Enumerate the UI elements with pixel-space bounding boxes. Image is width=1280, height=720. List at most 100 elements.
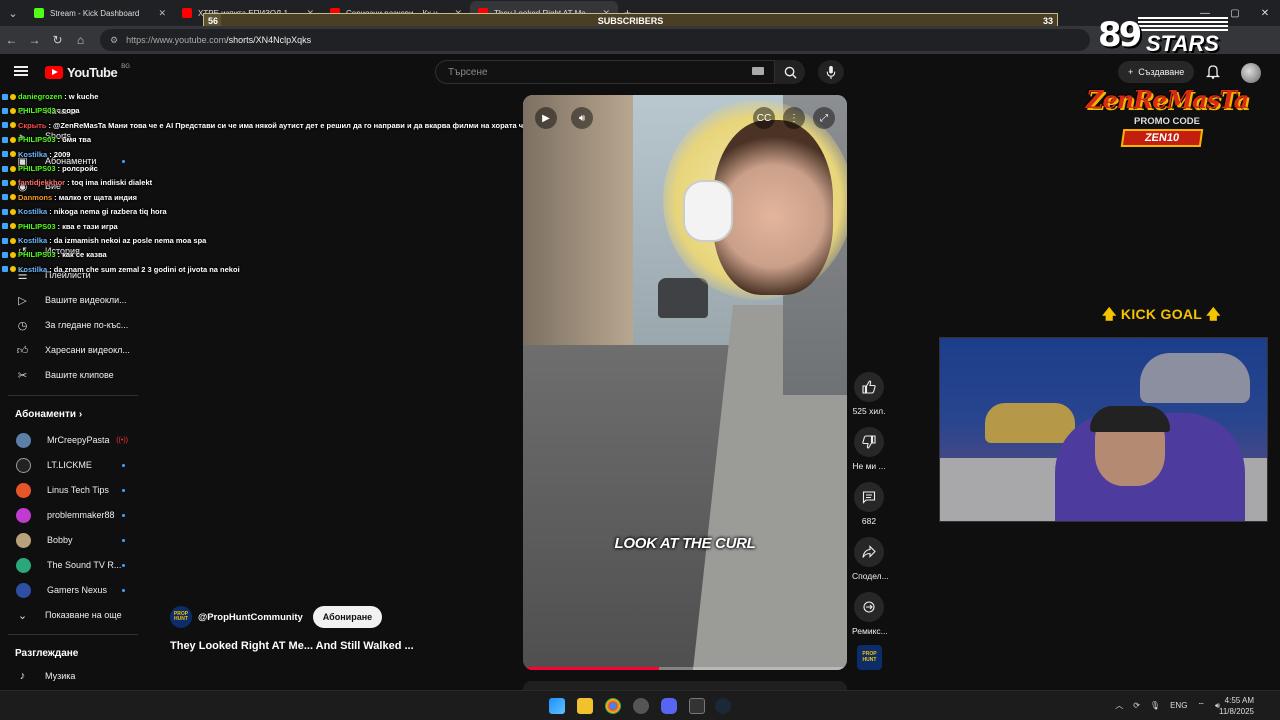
chat-badge-icon (2, 251, 8, 258)
start-icon[interactable] (549, 698, 565, 714)
system-tray: ︿ ⟳ 🎙︎ ENG ⌔ 🔊︎ (1115, 700, 1220, 711)
chat-text: : 2009 (49, 149, 71, 159)
chat-badge-icon (2, 237, 8, 244)
close-window-icon[interactable]: ✕ (1250, 8, 1280, 19)
subscription-item[interactable]: MrCreepyPasta ((•)) (0, 429, 145, 451)
chat-username[interactable]: Скрыть (18, 121, 46, 130)
clock-icon: ◷ (17, 319, 28, 332)
forward-icon[interactable]: → (23, 33, 46, 47)
captions-icon[interactable]: CC (753, 107, 775, 129)
language-indicator[interactable]: ENG (1170, 701, 1187, 710)
sidebar-item-label: Харесани видеокл... (45, 345, 130, 355)
microphone-icon[interactable]: 🎙︎ (1150, 701, 1160, 710)
audio-source-thumbnail[interactable]: PROP HUNT (857, 645, 882, 670)
volume-icon[interactable]: 🔊︎ (571, 107, 593, 129)
channel-name[interactable]: @PropHuntCommunity (198, 612, 303, 623)
subscription-item[interactable]: problemmaker88 (0, 504, 145, 526)
comments-button[interactable]: 682 (852, 482, 886, 526)
chat-text: : ролсройс (57, 164, 98, 173)
remix-button[interactable]: Ремикс... (852, 592, 888, 636)
chat-badge-icon (10, 122, 16, 129)
chat-username[interactable]: fantidjekkhor (18, 178, 65, 187)
sync-icon[interactable]: ⟳ (1133, 701, 1140, 710)
shorts-video-player[interactable]: ▶ 🔊︎ CC ⋮ ⤢ LOOK AT THE CURL (523, 95, 847, 670)
youtube-logo[interactable]: YouTube BG (45, 64, 130, 80)
chat-username[interactable]: Kostilka (18, 236, 47, 245)
wifi-icon[interactable]: ⌔ (1197, 701, 1205, 711)
chat-username[interactable]: PHILIPS03 (18, 250, 56, 259)
subscriptions-heading[interactable]: Абонаменти › (15, 409, 82, 420)
reload-icon[interactable]: ↻ (46, 33, 69, 47)
chat-username[interactable]: PHILIPS03 (18, 135, 56, 144)
show-more-button[interactable]: ⌄ Показване на още (0, 604, 145, 626)
discord-icon[interactable] (661, 698, 677, 714)
play-icon[interactable]: ▶ (535, 107, 557, 129)
chat-username[interactable]: Danmons (18, 193, 52, 202)
sidebar-item-liked[interactable]: 👍︎ Харесани видеокл... (0, 339, 145, 361)
more-options-icon[interactable]: ⋮ (783, 107, 805, 129)
browser-tab[interactable]: Stream - Kick Dashboard ✕ (26, 1, 174, 25)
chat-badge-icon (2, 136, 8, 143)
chat-username[interactable]: Kostilka (18, 207, 47, 216)
chat-text: : w kuche (64, 92, 99, 101)
channel-avatar (16, 532, 31, 548)
terminal-icon[interactable] (689, 698, 705, 714)
chat-username[interactable]: PHILIPS03 (18, 164, 56, 173)
menu-icon[interactable] (14, 66, 28, 76)
subscription-item[interactable]: LT.LICKME (0, 454, 145, 476)
back-icon[interactable]: ← (0, 33, 23, 47)
video-progress-bar[interactable] (523, 667, 847, 670)
home-icon[interactable]: ⌂ (69, 33, 92, 47)
clock-time: 4:55 AM (1224, 696, 1254, 705)
heading-label: Абонаменти (15, 409, 77, 420)
music-note-icon: ♪ (19, 670, 26, 682)
taskbar-clock[interactable]: 4:55 AM 11/8/2025 (1219, 695, 1254, 717)
create-button[interactable]: + Създаване (1118, 61, 1195, 83)
comment-count: 682 (861, 516, 877, 526)
chat-message: PHILIPS03 : ролсройс (2, 164, 98, 173)
chat-username[interactable]: PHILIPS03 (18, 222, 56, 231)
chat-badge-icon (2, 208, 8, 215)
search-button[interactable] (775, 60, 805, 84)
subscription-item[interactable]: Linus Tech Tips (0, 479, 145, 501)
steam-icon[interactable] (715, 698, 731, 714)
search-input[interactable]: Търсене (435, 60, 775, 84)
like-button[interactable]: 525 хил. (852, 372, 886, 416)
thumb-down-icon (862, 435, 876, 449)
obs-icon[interactable] (633, 698, 649, 714)
tab-search-button[interactable]: ⌄ (0, 2, 26, 24)
video-title[interactable]: They Looked Right AT Me... And Still Wal… (170, 640, 414, 652)
chat-badge-icon (10, 93, 16, 100)
keyboard-icon[interactable] (752, 67, 764, 75)
channel-avatar[interactable]: PROP HUNT (170, 606, 192, 628)
subscription-item[interactable]: The Sound TV R... (0, 554, 145, 576)
chat-username[interactable]: PHILIPS03 (18, 106, 56, 115)
chat-username[interactable]: Kostilka (18, 265, 47, 274)
chevron-up-icon[interactable]: ︿ (1115, 700, 1123, 711)
dislike-button[interactable]: Не ми ... (852, 427, 886, 471)
remix-label: Ремикс... (852, 626, 888, 636)
site-info-icon[interactable]: ⚙ (110, 35, 118, 46)
chat-username[interactable]: Kostilka (18, 150, 47, 159)
chat-username[interactable]: daniegrozen (18, 92, 62, 101)
chat-message: Kostilka : nikoga nema gi razbera tiq ho… (2, 207, 167, 216)
subscription-item[interactable]: Bobby (0, 529, 145, 551)
file-explorer-icon[interactable] (577, 698, 593, 714)
sidebar-item-watch-later[interactable]: ◷ За гледане по-къс... (0, 314, 145, 336)
sidebar-item-your-videos[interactable]: ▷ Вашите видеокли... (0, 289, 145, 311)
chat-badge-icon (2, 93, 8, 100)
share-button[interactable]: Сподел... (852, 537, 889, 581)
subscription-item[interactable]: Gamers Nexus (0, 579, 145, 601)
sidebar-item-clips[interactable]: ✂ Вашите клипове (0, 364, 145, 386)
subscribe-button[interactable]: Абониране (312, 606, 383, 628)
voice-search-button[interactable] (818, 60, 844, 84)
tab-close-icon[interactable]: ✕ (158, 8, 166, 19)
account-avatar[interactable] (1241, 63, 1261, 83)
stars-logo: 89 STARS (1098, 15, 1228, 60)
fullscreen-icon[interactable]: ⤢ (813, 107, 835, 129)
address-bar[interactable]: ⚙ https://www.youtube.com/shorts/XN4Nclp… (100, 29, 1090, 51)
sidebar-item-music[interactable]: ♪ Музика (0, 665, 145, 687)
share-icon (862, 545, 876, 558)
notifications-button[interactable] (1205, 64, 1221, 84)
chrome-icon[interactable] (605, 698, 621, 714)
